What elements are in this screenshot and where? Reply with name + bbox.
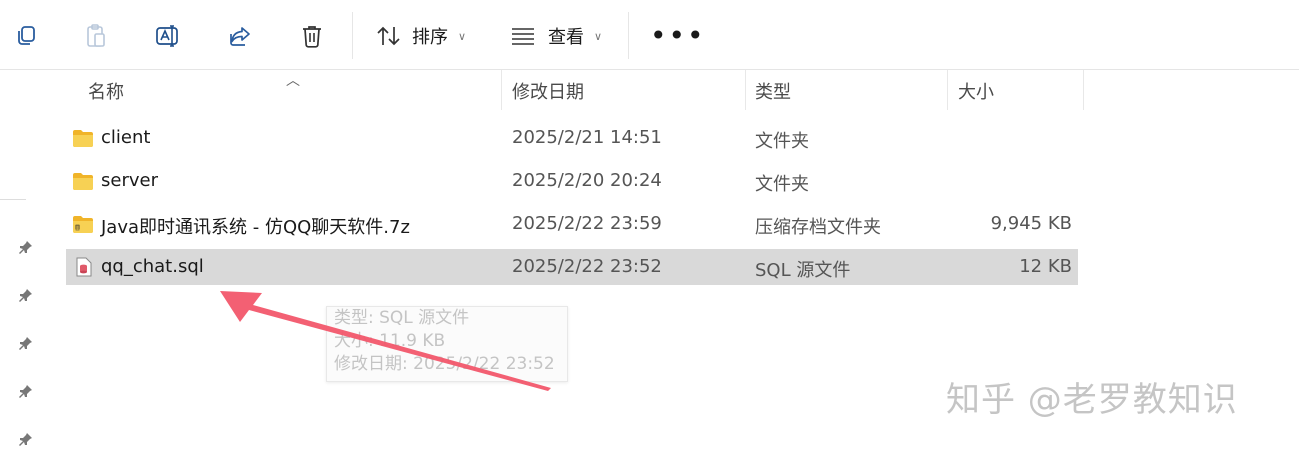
column-divider[interactable] (745, 70, 746, 110)
delete-button[interactable] (292, 14, 332, 58)
column-header-row: ︿ 名称 修改日期 类型 大小 (42, 70, 1084, 110)
file-type: 文件夹 (755, 131, 809, 152)
folder-icon (73, 130, 93, 147)
column-divider[interactable] (1083, 70, 1084, 110)
file-row[interactable]: server 2025/2/20 20:24 文件夹 (66, 163, 1078, 199)
file-row-selected[interactable]: qq_chat.sql 2025/2/22 23:52 SQL 源文件 12 K… (66, 249, 1078, 285)
archive-icon (73, 216, 93, 233)
view-button[interactable]: 查看 ∨ (510, 20, 602, 52)
sort-ascending-icon: ︿ (286, 73, 300, 89)
pin-icon[interactable] (17, 238, 35, 256)
file-row[interactable]: Java即时通讯系统 - 仿QQ聊天软件.7z 2025/2/22 23:59 … (66, 206, 1078, 242)
watermark: 知乎 @老罗教知识 (946, 380, 1238, 420)
toolbar-divider (628, 12, 629, 59)
file-row[interactable]: client 2025/2/21 14:51 文件夹 (66, 120, 1078, 156)
delete-icon (303, 26, 321, 48)
file-name: qq_chat.sql (101, 256, 204, 277)
view-list-icon (512, 28, 534, 45)
paste-icon (87, 24, 105, 47)
pin-icon[interactable] (17, 382, 35, 400)
file-name: server (101, 170, 158, 191)
file-size: 9,945 KB (990, 213, 1072, 234)
file-date: 2025/2/22 23:59 (512, 213, 662, 234)
more-icon: ••• (650, 19, 706, 52)
column-divider[interactable] (947, 70, 948, 110)
nav-divider (0, 199, 26, 200)
column-header-type[interactable]: 类型 (755, 78, 791, 104)
pin-icon[interactable] (17, 286, 35, 304)
share-icon (230, 27, 250, 46)
file-date: 2025/2/21 14:51 (512, 127, 662, 148)
navigation-pane (0, 70, 42, 449)
sort-button[interactable]: 排序 ∨ (376, 20, 466, 52)
tooltip-date: 修改日期: 2025/2/22 23:52 (334, 354, 555, 374)
file-name: Java即时通讯系统 - 仿QQ聊天软件.7z (101, 217, 410, 238)
file-size: 12 KB (1019, 256, 1072, 277)
file-info-tooltip: 类型: SQL 源文件 大小: 11.9 KB 修改日期: 2025/2/22 … (326, 306, 568, 382)
file-name: client (101, 127, 151, 148)
sort-icon (377, 26, 400, 46)
share-button[interactable] (220, 14, 260, 58)
command-bar: 排序 ∨ 查看 ∨ ••• (0, 0, 1299, 70)
chevron-down-icon: ∨ (458, 29, 467, 43)
paste-button[interactable] (76, 14, 116, 58)
rename-icon (156, 25, 178, 47)
column-header-size[interactable]: 大小 (958, 78, 994, 104)
file-type: SQL 源文件 (755, 260, 851, 281)
copy-button[interactable] (6, 14, 46, 58)
pin-icon[interactable] (17, 334, 35, 352)
rename-button[interactable] (148, 14, 188, 58)
sql-file-icon (76, 257, 92, 277)
copy-icon (18, 26, 35, 45)
toolbar-divider (352, 12, 353, 59)
column-header-date[interactable]: 修改日期 (512, 78, 584, 104)
more-options-button[interactable]: ••• (650, 22, 706, 50)
view-label: 查看 (548, 27, 584, 48)
tooltip-size: 大小: 11.9 KB (334, 331, 446, 351)
column-divider[interactable] (501, 70, 502, 110)
file-date: 2025/2/22 23:52 (512, 256, 662, 277)
file-type: 文件夹 (755, 174, 809, 195)
folder-icon (73, 173, 93, 190)
sort-label: 排序 (412, 27, 448, 48)
file-type: 压缩存档文件夹 (755, 217, 881, 238)
tooltip-type: 类型: SQL 源文件 (334, 308, 470, 328)
file-date: 2025/2/20 20:24 (512, 170, 662, 191)
pin-icon[interactable] (17, 430, 35, 448)
chevron-down-icon: ∨ (594, 29, 603, 43)
column-header-name[interactable]: 名称 (88, 78, 124, 104)
